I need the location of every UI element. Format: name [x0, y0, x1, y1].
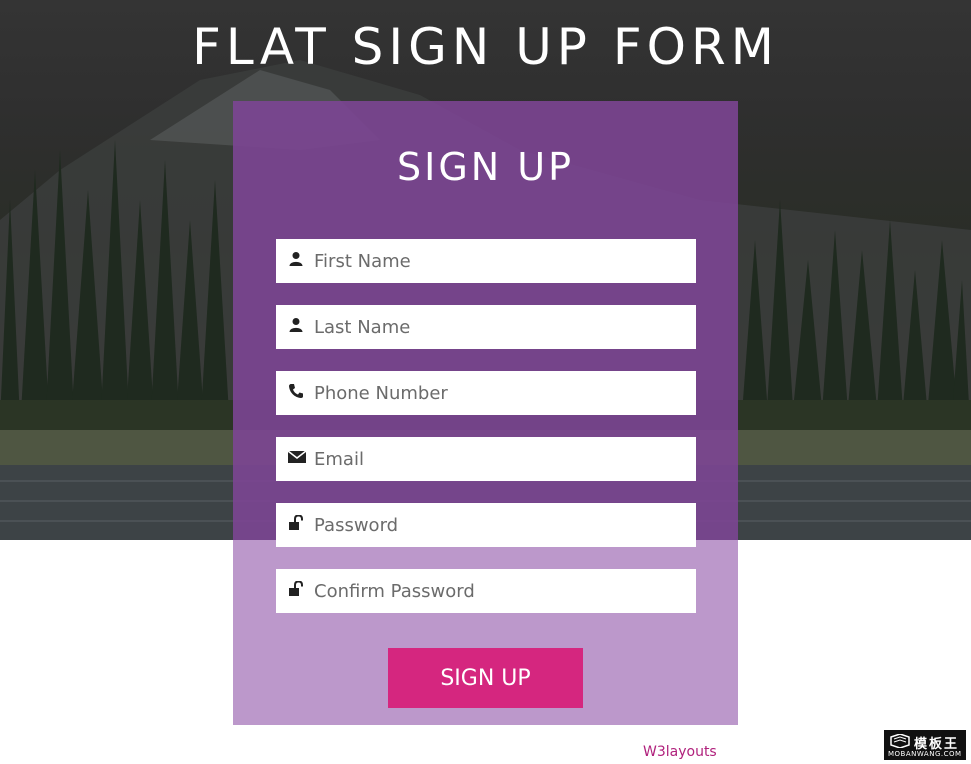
unlock-icon — [288, 580, 304, 597]
last-name-input[interactable] — [314, 305, 684, 349]
phone-icon — [288, 383, 304, 399]
watermark-logo: 模板王 MOBANWANG.COM — [884, 730, 966, 760]
sign-up-button[interactable]: SIGN UP — [388, 648, 583, 708]
password-input[interactable] — [314, 503, 684, 547]
password-field[interactable] — [276, 503, 696, 547]
w3layouts-credit-link[interactable]: W3layouts — [643, 744, 717, 760]
user-icon — [288, 251, 304, 267]
last-name-field[interactable] — [276, 305, 696, 349]
email-input[interactable] — [314, 437, 684, 481]
watermark-site: MOBANWANG.COM — [888, 750, 962, 758]
unlock-icon — [288, 514, 304, 531]
email-field[interactable] — [276, 437, 696, 481]
first-name-input[interactable] — [314, 239, 684, 283]
first-name-field[interactable] — [276, 239, 696, 283]
phone-number-field[interactable] — [276, 371, 696, 415]
phone-number-input[interactable] — [314, 371, 684, 415]
confirm-password-input[interactable] — [314, 569, 684, 613]
user-icon — [288, 317, 304, 333]
form-title: SIGN UP — [396, 145, 574, 189]
watermark-book-icon — [890, 734, 910, 748]
confirm-password-field[interactable] — [276, 569, 696, 613]
page-title: FLAT SIGN UP FORM — [192, 18, 779, 76]
envelope-icon — [287, 449, 307, 465]
